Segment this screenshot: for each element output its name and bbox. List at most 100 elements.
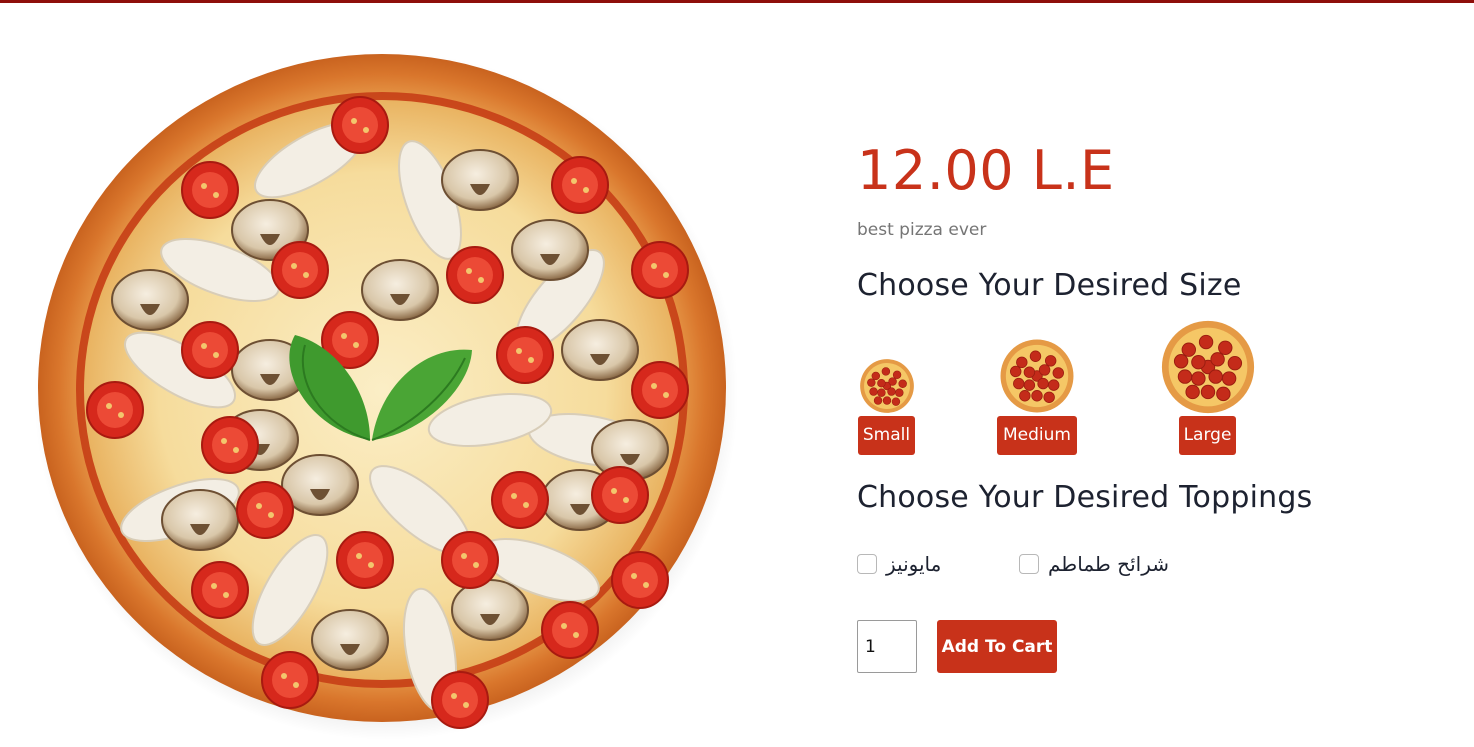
mushroom <box>361 259 439 321</box>
add-to-cart-button[interactable]: Add To Cart <box>937 620 1057 673</box>
tomato-seed <box>663 392 669 398</box>
tomato-seed <box>233 447 239 453</box>
size-small-button[interactable]: Small <box>858 416 915 455</box>
tomato-seed <box>528 357 534 363</box>
quantity-input[interactable] <box>857 620 917 673</box>
pepperoni <box>1048 379 1060 391</box>
tomato-seed <box>523 502 529 508</box>
topping-mayonnaise-checkbox[interactable] <box>857 554 877 574</box>
tomato-flesh <box>97 392 133 428</box>
size-medium-button[interactable]: Medium <box>997 416 1077 455</box>
size-option-large[interactable]: Large <box>1159 318 1257 456</box>
tomato-seed <box>256 503 262 509</box>
tomato-flesh <box>212 427 248 463</box>
tomato-flesh <box>552 612 588 648</box>
size-option-small[interactable]: Small <box>857 356 917 456</box>
product-price: 12.00 L.E <box>857 139 1115 202</box>
pepperoni <box>881 367 891 376</box>
tomato-seed <box>478 277 484 283</box>
tomato-seed <box>466 268 472 274</box>
size-heading: Choose Your Desired Size <box>857 268 1242 303</box>
tomato-flesh <box>442 682 478 718</box>
tomato-flesh <box>452 542 488 578</box>
tomato-flesh <box>192 172 228 208</box>
tomato-flesh <box>247 492 283 528</box>
pepperoni <box>888 377 897 386</box>
pepperoni <box>1044 355 1057 367</box>
tomato-flesh <box>342 107 378 143</box>
tomato-seed <box>356 553 362 559</box>
pepperoni <box>873 396 883 405</box>
size-large-button[interactable]: Large <box>1179 416 1236 455</box>
pepperoni <box>1177 369 1193 384</box>
topping-tomato-slices[interactable]: شرائح طماطم <box>1019 551 1169 577</box>
pepperoni <box>1037 377 1049 390</box>
tomato-seed <box>643 582 649 588</box>
tomato-seed <box>623 497 629 503</box>
tomato-seed <box>201 183 207 189</box>
tomato-flesh <box>282 252 318 288</box>
pepperoni <box>1216 386 1231 402</box>
tomato-flesh <box>502 482 538 518</box>
tomato-seed <box>211 583 217 589</box>
tomato-seed <box>221 438 227 444</box>
pepperoni <box>1198 334 1214 350</box>
pepperoni <box>1221 371 1237 386</box>
mushroom <box>161 489 239 551</box>
pepperoni-pizza-icon <box>1161 320 1255 414</box>
pepperoni <box>891 397 901 406</box>
pepperoni <box>1023 366 1036 378</box>
pepperoni <box>887 387 896 396</box>
size-option-medium[interactable]: Medium <box>997 336 1077 456</box>
pepperoni <box>867 378 876 387</box>
tomato-seed <box>561 623 567 629</box>
tomato-seed <box>583 187 589 193</box>
topping-mayonnaise[interactable]: مايونيز <box>857 551 941 577</box>
tomato-flesh <box>562 167 598 203</box>
pepperoni <box>871 371 880 381</box>
pepperoni <box>892 370 902 379</box>
tomato-seed <box>281 673 287 679</box>
pepperoni <box>1218 340 1233 355</box>
mushroom <box>511 219 589 281</box>
tomato-flesh <box>457 257 493 293</box>
mushroom <box>561 319 639 381</box>
topping-tomato-slices-label: شرائح طماطم <box>1048 552 1169 576</box>
pepperoni <box>1227 355 1243 371</box>
pepperoni <box>1173 354 1189 369</box>
pepperoni <box>1029 350 1042 362</box>
tomato-seed <box>611 488 617 494</box>
pepperoni <box>869 387 878 396</box>
tomato-seed <box>451 693 457 699</box>
pepperoni <box>1208 369 1223 384</box>
topping-tomato-slices-checkbox[interactable] <box>1019 554 1039 574</box>
product-description: best pizza ever <box>857 220 987 240</box>
tomato-flesh <box>642 252 678 288</box>
pepperoni <box>1181 342 1196 357</box>
tomato-seed <box>651 383 657 389</box>
tomato-seed <box>201 343 207 349</box>
tomato-seed <box>353 342 359 348</box>
pepperoni <box>898 379 907 388</box>
tomato-seed <box>268 512 274 518</box>
tomato-seed <box>511 493 517 499</box>
tomato-seed <box>571 178 577 184</box>
pepperoni-pizza-icon <box>1000 339 1074 413</box>
tomato-seed <box>461 553 467 559</box>
mushroom <box>451 579 529 641</box>
pepperoni <box>1191 355 1206 370</box>
pepperoni <box>1043 391 1055 403</box>
tomato-seed <box>106 403 112 409</box>
pepperoni <box>1210 352 1225 367</box>
tomato-seed <box>651 263 657 269</box>
pepperoni <box>1013 377 1025 390</box>
tomato-seed <box>291 263 297 269</box>
tomato-flesh <box>602 477 638 513</box>
pepperoni <box>882 396 892 405</box>
mushroom <box>111 269 189 331</box>
product-details: 12.00 L.E best pizza ever Choose Your De… <box>857 0 1457 747</box>
pepperoni-pizza-icon <box>860 359 914 413</box>
pepperoni <box>1023 379 1036 391</box>
tomato-flesh <box>347 542 383 578</box>
pepperoni <box>1031 390 1043 402</box>
